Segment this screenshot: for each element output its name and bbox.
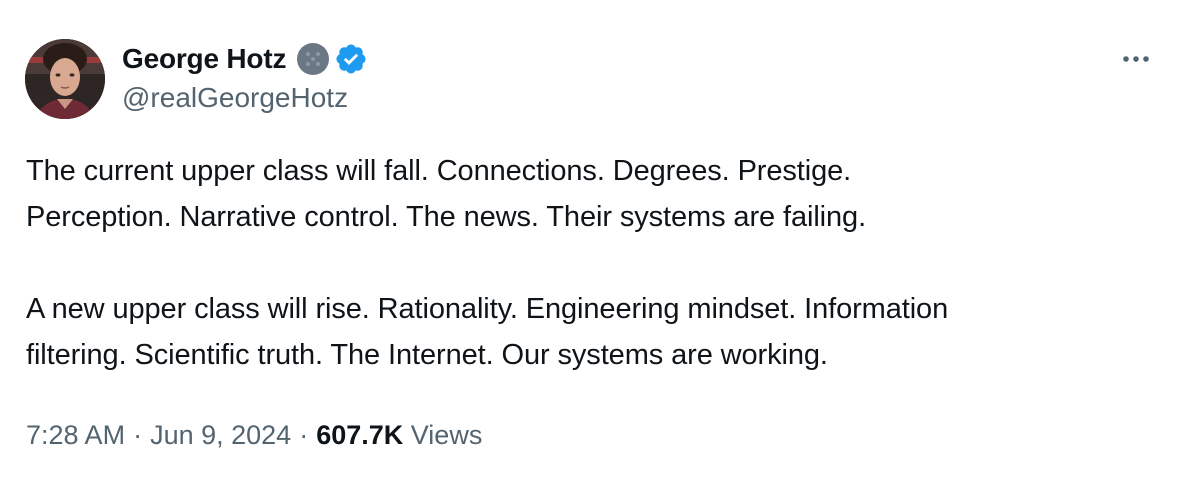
affiliate-badge-icon[interactable] bbox=[296, 42, 330, 76]
tweet-meta: 7:28 AM · Jun 9, 2024 · 607.7K Views bbox=[26, 420, 482, 451]
author-header: George Hotz @realGeorgeHotz bbox=[122, 40, 368, 114]
views-label: Views bbox=[410, 420, 483, 450]
avatar[interactable] bbox=[25, 39, 105, 119]
handle[interactable]: @realGeorgeHotz bbox=[122, 82, 368, 114]
tweet-date[interactable]: Jun 9, 2024 bbox=[150, 420, 291, 450]
verified-badge-icon[interactable] bbox=[334, 42, 368, 76]
name-row: George Hotz bbox=[122, 40, 368, 78]
tweet-text: The current upper class will fall. Conne… bbox=[26, 148, 1156, 378]
profile-photo-icon bbox=[25, 39, 105, 119]
views-count[interactable]: 607.7K bbox=[316, 420, 403, 450]
more-horizontal-icon bbox=[1123, 56, 1149, 62]
more-options-button[interactable] bbox=[1118, 44, 1154, 74]
tweet-card: George Hotz @realGeorgeHotz The current … bbox=[0, 0, 1182, 482]
tweet-time[interactable]: 7:28 AM bbox=[26, 420, 125, 450]
meta-separator: · bbox=[299, 420, 309, 450]
display-name[interactable]: George Hotz bbox=[122, 43, 286, 75]
tweet-paragraph-2: A new upper class will rise. Rationality… bbox=[26, 293, 949, 371]
tweet-paragraph-1: The current upper class will fall. Conne… bbox=[26, 155, 867, 233]
meta-separator: · bbox=[133, 420, 143, 450]
